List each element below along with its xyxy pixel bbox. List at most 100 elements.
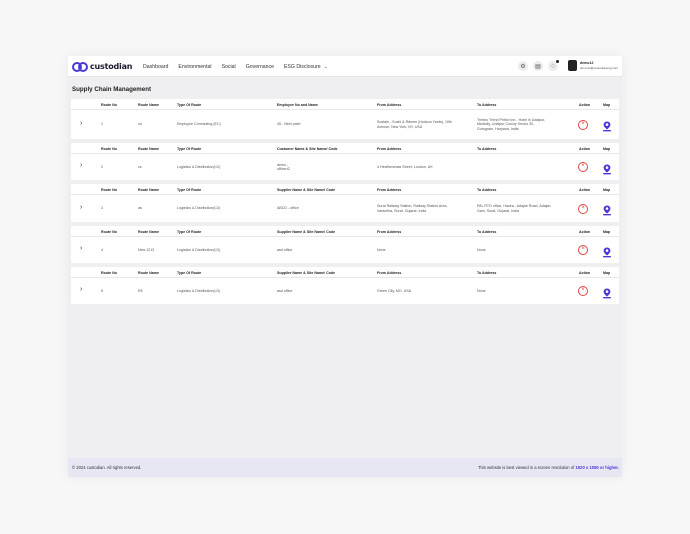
route-no: 5	[101, 288, 103, 293]
table-row: › 2 cs Logistics & Distribution(LD) demo - of…	[71, 154, 619, 180]
app-frame: custodian Dashboard Environmental Social…	[68, 56, 622, 477]
table-row: › 4 New 1213 Logistics & Distribution(LD) as…	[71, 237, 619, 263]
route-name: New 1213	[138, 247, 155, 252]
route-card: Route No Route Name Type Of Route Employee …	[71, 99, 619, 139]
header-to-address: To Address	[477, 146, 497, 151]
top-navbar: custodian Dashboard Environmental Social…	[68, 56, 622, 77]
close-circle-icon[interactable]: ×	[578, 286, 588, 296]
footer-notice-text: This website is best viewed in a screen …	[477, 465, 576, 470]
close-circle-icon[interactable]: ×	[578, 245, 588, 255]
main-nav: Dashboard Environmental Social Governanc…	[143, 56, 338, 77]
header-route-name: Route Name	[138, 270, 159, 275]
header-route-no: Route No	[101, 187, 117, 192]
header-map: Map	[603, 229, 611, 234]
top-actions: ⚙ ▤ ♢	[513, 60, 559, 71]
chevron-right-icon[interactable]: ›	[80, 120, 82, 127]
to-address: None	[477, 247, 486, 252]
route-party: asd office	[277, 247, 293, 252]
route-type: Logistics & Distribution(LD)	[177, 206, 221, 211]
nav-esg-disclosure-label: ESG Disclosure	[283, 63, 321, 70]
map-pin-icon[interactable]	[602, 162, 612, 174]
header-action: Action	[579, 146, 591, 151]
route-name: cd	[138, 122, 142, 127]
route-type: Employee Commuting (EC)	[177, 122, 221, 127]
footer-copyright: © 2024 custodian. All rights reserved.	[72, 465, 142, 470]
user-email: demo12@custodianesg.com	[579, 65, 618, 70]
header-action: Action	[579, 187, 591, 192]
route-type: Logistics & Distribution(LD)	[177, 288, 221, 293]
chevron-right-icon[interactable]: ›	[80, 286, 82, 293]
route-no: 4	[101, 247, 103, 252]
header-to-address: To Address	[477, 102, 497, 107]
route-party: 45 - Neel patel	[277, 122, 301, 127]
chat-icon[interactable]: ▤	[533, 61, 543, 71]
header-to-address: To Address	[477, 270, 497, 275]
route-name: R5	[138, 288, 143, 293]
bell-icon[interactable]: ♢	[548, 60, 559, 71]
notification-dot	[556, 60, 559, 63]
route-card: Route No Route Name Type Of Route Customer …	[71, 143, 619, 180]
map-pin-icon[interactable]	[602, 119, 612, 132]
header-from-address: From Address	[377, 146, 402, 151]
header-route-name: Route Name	[138, 102, 159, 107]
to-address: None	[477, 288, 486, 293]
chevron-right-icon[interactable]: ›	[80, 162, 82, 169]
route-no: 2	[101, 164, 103, 169]
route-table-header: Route No Route Name Type Of Route Supplier …	[71, 267, 619, 278]
route-table-header: Route No Route Name Type Of Route Employee …	[71, 99, 619, 110]
header-party: Supplier Name & Site Name/ Code	[277, 229, 336, 234]
brand-logo[interactable]: custodian	[72, 60, 132, 73]
nav-social[interactable]: Social	[222, 64, 236, 70]
header-party: Supplier Name & Site Name/ Code	[277, 187, 336, 192]
gear-icon[interactable]: ⚙	[518, 61, 528, 71]
nav-environmental[interactable]: Environmental	[178, 64, 211, 70]
route-type: Logistics & Distribution(LD)	[177, 164, 221, 169]
route-type: Logistics & Distribution(LD)	[177, 247, 221, 252]
nav-governance[interactable]: Governance	[246, 64, 274, 70]
header-party: Employee No and Name	[277, 102, 318, 107]
user-menu[interactable]: demo12 demo12@custodianesg.com	[567, 60, 618, 71]
header-route-type: Type Of Route	[177, 229, 202, 234]
header-party: Supplier Name & Site Name/ Code	[277, 270, 336, 275]
close-circle-icon[interactable]: ×	[578, 203, 588, 214]
from-address: 4 Heathershaw Street, London, UK	[377, 164, 433, 169]
header-map: Map	[603, 146, 611, 151]
header-map: Map	[603, 270, 611, 275]
chevron-down-icon: ⌄	[323, 63, 328, 70]
nav-dashboard[interactable]: Dashboard	[143, 64, 168, 70]
route-card: Route No Route Name Type Of Route Supplier …	[71, 226, 619, 263]
chevron-right-icon[interactable]: ›	[80, 204, 82, 211]
header-route-type: Type Of Route	[177, 187, 202, 192]
footer-notice: This website is best viewed in a screen …	[478, 465, 619, 470]
header-route-type: Type Of Route	[177, 270, 202, 275]
to-address: PAL RTO office, Hazira - Adajan Road, Ad…	[477, 204, 551, 213]
header-from-address: From Address	[377, 187, 402, 192]
footer: © 2024 custodian. All rights reserved. T…	[68, 458, 622, 477]
header-action: Action	[579, 270, 591, 275]
from-address: Surat Railway Station, Railway Station A…	[377, 204, 448, 213]
route-table-header: Route No Route Name Type Of Route Customer …	[71, 143, 619, 154]
map-pin-icon[interactable]	[602, 286, 612, 298]
route-no: 3	[101, 206, 103, 211]
nav-esg-disclosure[interactable]: ESG Disclosure ⌄	[284, 64, 328, 70]
close-circle-icon[interactable]: ×	[578, 162, 588, 172]
from-address: Sustain - Sushi & Ramen (Hudson Yards), …	[377, 120, 452, 129]
header-route-name: Route Name	[138, 187, 159, 192]
header-to-address: To Address	[477, 229, 497, 234]
route-no: 1	[101, 122, 103, 127]
from-address: None	[377, 247, 386, 252]
header-route-no: Route No	[101, 102, 117, 107]
header-route-no: Route No	[101, 229, 117, 234]
map-pin-icon[interactable]	[602, 203, 612, 216]
map-pin-icon[interactable]	[602, 245, 612, 257]
header-route-name: Route Name	[138, 229, 159, 234]
header-from-address: From Address	[377, 102, 402, 107]
header-map: Map	[603, 187, 611, 192]
brand-name: custodian	[90, 62, 133, 71]
header-from-address: From Address	[377, 270, 402, 275]
header-map: Map	[603, 102, 611, 107]
chevron-right-icon[interactable]: ›	[80, 245, 82, 252]
close-circle-icon[interactable]: ×	[578, 119, 588, 130]
header-party: Customer Name & Site Name/ Code	[277, 146, 338, 151]
header-route-type: Type Of Route	[177, 146, 202, 151]
